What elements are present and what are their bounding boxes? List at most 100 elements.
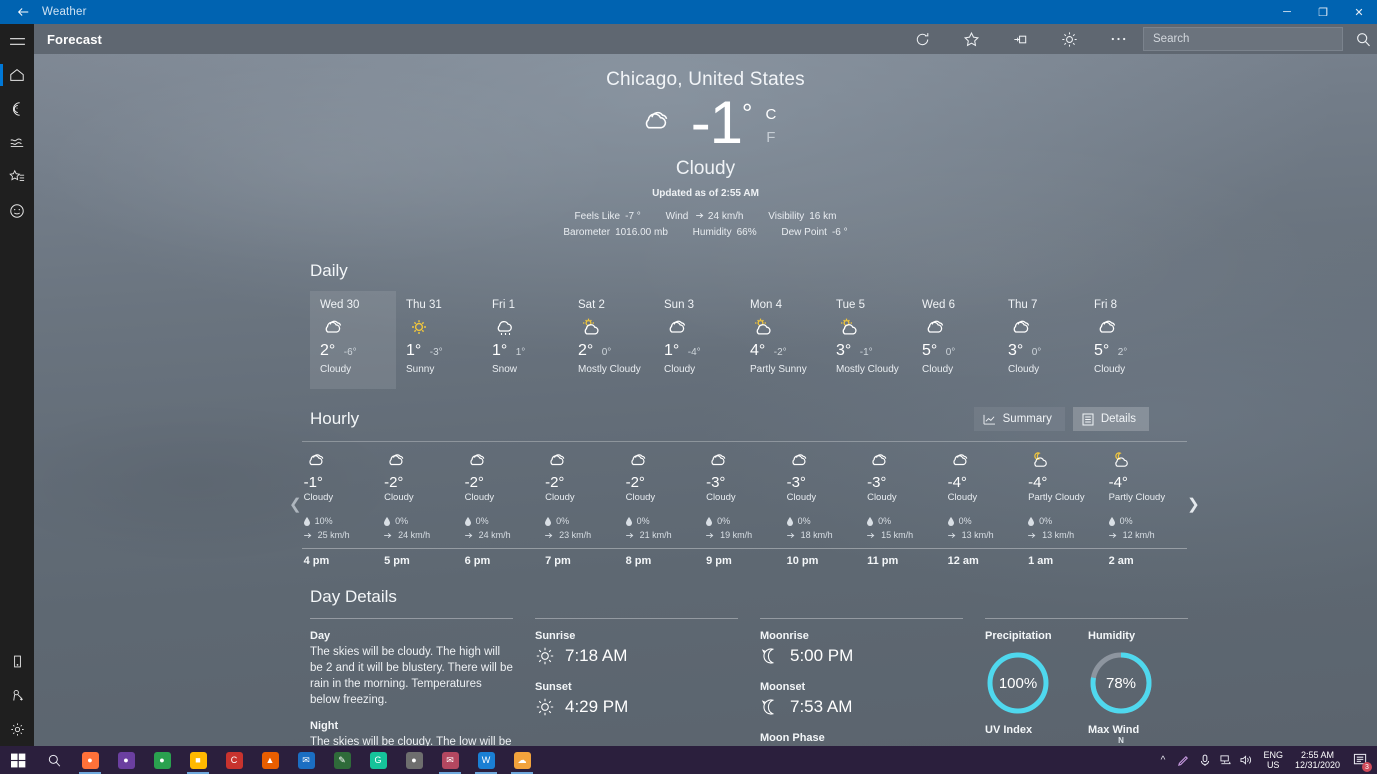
- details-button[interactable]: Details: [1073, 407, 1149, 431]
- brightness-icon[interactable]: [1045, 24, 1094, 54]
- taskbar-app-mail[interactable]: ✉: [288, 746, 324, 774]
- sidebar-item-maps[interactable]: [0, 92, 34, 126]
- daily-card[interactable]: Thu 7 3° 0° Cloudy: [998, 291, 1084, 381]
- summary-button[interactable]: Summary: [974, 407, 1065, 431]
- hourly-column[interactable]: -2° Cloudy 0% 24 km/h: [463, 448, 544, 542]
- hourly-wind: 25 km/h: [318, 528, 350, 542]
- notes-icon: ✎: [334, 752, 351, 769]
- hourly-time: 6 pm: [463, 555, 544, 567]
- hourly-column[interactable]: -3° Cloudy 0% 19 km/h: [704, 448, 785, 542]
- hourly-column[interactable]: -2° Cloudy 0% 23 km/h: [543, 448, 624, 542]
- sidebar-item-historical-weather[interactable]: [0, 126, 34, 160]
- hourly-time: 9 pm: [704, 555, 785, 567]
- daily-card[interactable]: Tue 5 3° -1° Mostly Cloudy: [826, 291, 912, 381]
- daily-condition: Cloudy: [1008, 364, 1084, 375]
- sidebar-item-phone[interactable]: [0, 644, 34, 678]
- pin-icon[interactable]: [996, 24, 1045, 54]
- hourly-column[interactable]: -2° Cloudy 0% 24 km/h: [382, 448, 463, 542]
- gauges-column: Precipitation 100% UV Index Humidity: [985, 618, 1188, 746]
- refresh-icon[interactable]: [898, 24, 947, 54]
- daily-day-name: Mon 4: [750, 299, 826, 311]
- sunny-icon: [406, 314, 482, 340]
- snow-icon: [492, 317, 518, 337]
- wind-arrow-icon: [304, 532, 313, 539]
- volume-icon[interactable]: [1237, 746, 1256, 774]
- pen-icon[interactable]: [1174, 746, 1193, 774]
- taskbar-app-messaging[interactable]: ✉: [432, 746, 468, 774]
- taskbar-app-grammarly[interactable]: G: [360, 746, 396, 774]
- cloudy-icon: [948, 451, 972, 469]
- day-night-summary-column: Day The skies will be cloudy. The high w…: [310, 618, 513, 746]
- taskbar-app-weather[interactable]: ☁: [504, 746, 540, 774]
- taskbar-app-ccleaner[interactable]: C: [216, 746, 252, 774]
- sidebar-item-home[interactable]: [0, 58, 34, 92]
- chevron-up-icon[interactable]: ^: [1153, 746, 1172, 774]
- taskbar-app-vlc[interactable]: ▲: [252, 746, 288, 774]
- microphone-icon[interactable]: [1195, 746, 1214, 774]
- hourly-column[interactable]: -4° Partly Cloudy 0% 13 km/h: [1026, 448, 1107, 542]
- daily-card[interactable]: Fri 8 5° 2° Cloudy: [1084, 291, 1170, 381]
- daily-low: 0°: [946, 347, 956, 358]
- minimize-button[interactable]: ─: [1269, 0, 1305, 24]
- maximize-button[interactable]: ❐: [1305, 0, 1341, 24]
- sidebar-item-favorites[interactable]: [0, 160, 34, 194]
- hourly-condition: Cloudy: [948, 492, 1027, 503]
- daily-day-name: Sun 3: [664, 299, 740, 311]
- hourly-temperature: -3°: [706, 474, 785, 491]
- notification-center-button[interactable]: 3: [1347, 746, 1373, 774]
- wind-arrow-icon: [706, 532, 715, 539]
- taskbar-app-file-explorer[interactable]: ■: [180, 746, 216, 774]
- sidebar-item-settings[interactable]: [0, 712, 34, 746]
- taskbar-app-obs[interactable]: ●: [396, 746, 432, 774]
- clock[interactable]: 2:55 AM 12/31/2020: [1290, 750, 1345, 770]
- hourly-prev-button[interactable]: ❮: [289, 495, 302, 513]
- taskbar-app-wondershare[interactable]: W: [468, 746, 504, 774]
- taskbar-app-firefox[interactable]: ●: [72, 746, 108, 774]
- daily-condition: Sunny: [406, 364, 482, 375]
- hourly-temperature: -2°: [626, 474, 705, 491]
- search-icon[interactable]: [1349, 24, 1377, 54]
- moonset-value: 7:53 AM: [790, 697, 852, 717]
- unit-toggle[interactable]: C F: [765, 104, 776, 149]
- unit-fahrenheit[interactable]: F: [765, 127, 776, 150]
- close-button[interactable]: ✕: [1341, 0, 1377, 24]
- daily-card[interactable]: Wed 6 5° 0° Cloudy: [912, 291, 998, 381]
- moonrise-value: 5:00 PM: [790, 646, 853, 666]
- back-button[interactable]: [0, 0, 46, 24]
- daily-card[interactable]: Mon 4 4° -2° Partly Sunny: [740, 291, 826, 381]
- hourly-column[interactable]: -1° Cloudy 10% 25 km/h: [302, 448, 383, 542]
- sidebar-item-send-feedback[interactable]: [0, 678, 34, 712]
- taskbar-search-icon[interactable]: [36, 746, 72, 774]
- hourly-column[interactable]: -4° Cloudy 0% 13 km/h: [946, 448, 1027, 542]
- sidebar-item-news[interactable]: [0, 194, 34, 228]
- hourly-precipitation: 0%: [476, 514, 489, 528]
- network-icon[interactable]: [1216, 746, 1235, 774]
- taskbar-app-brave[interactable]: ●: [108, 746, 144, 774]
- daily-card[interactable]: Fri 1 1° 1° Snow: [482, 291, 568, 381]
- daily-card[interactable]: Wed 30 2° -6° Cloudy: [310, 291, 396, 389]
- hourly-column[interactable]: -2° Cloudy 0% 21 km/h: [624, 448, 705, 542]
- taskbar-app-notes[interactable]: ✎: [324, 746, 360, 774]
- stat-label: Humidity: [693, 227, 732, 238]
- daily-card[interactable]: Sat 2 2° 0° Mostly Cloudy: [568, 291, 654, 381]
- ellipsis-icon[interactable]: [1094, 24, 1143, 54]
- night-cloudy-icon: [1109, 451, 1133, 469]
- daily-card[interactable]: Thu 31 1° -3° Sunny: [396, 291, 482, 381]
- language-indicator[interactable]: ENG US: [1258, 750, 1288, 770]
- day-details-heading: Day Details: [310, 587, 1377, 607]
- cloudy-icon: [948, 448, 1027, 472]
- star-icon[interactable]: [947, 24, 996, 54]
- start-button[interactable]: [0, 746, 36, 774]
- hourly-column[interactable]: -3° Cloudy 0% 18 km/h: [785, 448, 866, 542]
- hamburger-menu-button[interactable]: [0, 24, 34, 58]
- unit-celsius[interactable]: C: [765, 104, 776, 127]
- hourly-column[interactable]: -3° Cloudy 0% 15 km/h: [865, 448, 946, 542]
- stat-label: Feels Like: [575, 211, 621, 222]
- cloudy-icon: [922, 317, 948, 337]
- hourly-next-button[interactable]: ❯: [1187, 495, 1200, 513]
- daily-card[interactable]: Sun 3 1° -4° Cloudy: [654, 291, 740, 381]
- taskbar-app-chrome[interactable]: ●: [144, 746, 180, 774]
- raindrop-icon: [545, 517, 551, 526]
- hourly-column[interactable]: -4° Partly Cloudy 0% 12 km/h: [1107, 448, 1188, 542]
- search-input[interactable]: Search: [1143, 27, 1343, 51]
